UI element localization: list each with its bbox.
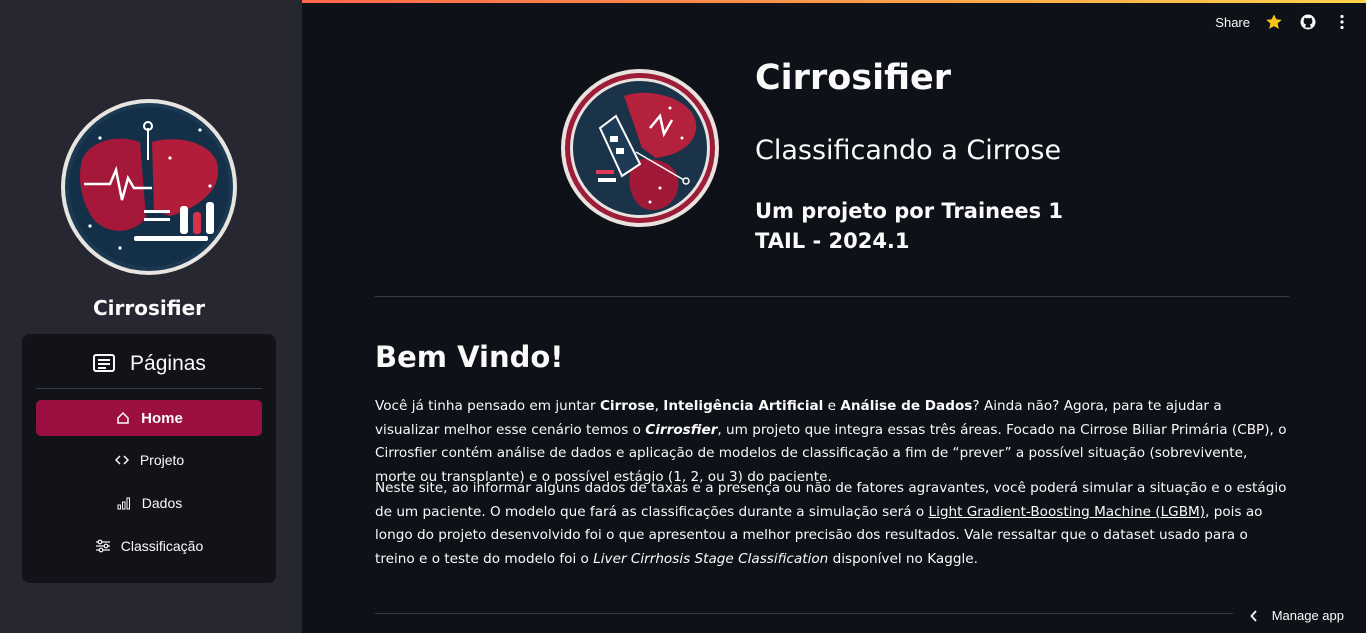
- italic-text: Liver Cirrhosis Stage Classification: [593, 550, 829, 567]
- star-icon[interactable]: [1264, 12, 1284, 32]
- bar-chart-icon: [116, 495, 132, 511]
- sidebar-item-dados[interactable]: Dados: [36, 485, 262, 521]
- text-span: disponível no Kaggle.: [828, 550, 978, 567]
- chevron-left-icon: [1250, 609, 1257, 622]
- sidebar: Cirrosifier Páginas Home Projeto Dados C…: [0, 0, 302, 633]
- text-span: ,: [654, 398, 664, 414]
- sidebar-item-classificacao[interactable]: Classificação: [36, 528, 262, 564]
- bold-text: Cirrose: [599, 398, 655, 414]
- list-icon: [93, 354, 116, 372]
- pages-menu: Páginas Home Projeto Dados Classificação: [22, 334, 276, 583]
- bold-text: Inteligência Artificial: [663, 398, 824, 414]
- intro-paragraph: Você já tinha pensado em juntar Cirrose,…: [375, 395, 1290, 489]
- divider-bottom: [375, 613, 1233, 614]
- menu-title: Páginas: [130, 352, 206, 375]
- welcome-heading: Bem Vindo!: [375, 340, 564, 374]
- liver-logo-icon: [61, 99, 237, 275]
- simulation-paragraph: Neste site, ao informar alguns dados de …: [375, 477, 1290, 571]
- header-actions: Share: [1215, 10, 1352, 34]
- sidebar-item-home[interactable]: Home: [36, 400, 262, 436]
- credit-line-1: Um projeto por Trainees 1: [755, 199, 1064, 223]
- manage-app-button[interactable]: Manage app: [1250, 608, 1344, 623]
- sidebar-item-label: Home: [141, 409, 183, 427]
- text-span: Você já tinha pensado em juntar: [375, 398, 600, 414]
- divider-top: [375, 296, 1289, 297]
- page-subtitle: Classificando a Cirrose: [755, 135, 1062, 166]
- bold-text: Análise de Dados: [840, 398, 973, 414]
- sidebar-item-projeto[interactable]: Projeto: [36, 442, 262, 478]
- italic-text: Cirrosfier: [645, 421, 718, 438]
- code-icon: [114, 452, 130, 468]
- lgbm-link[interactable]: Light Gradient-Boosting Machine (LGBM): [929, 504, 1206, 520]
- manage-app-label: Manage app: [1271, 608, 1344, 623]
- page-title: Cirrosifier: [755, 58, 952, 98]
- sliders-icon: [95, 538, 111, 554]
- text-span: e: [823, 398, 841, 414]
- project-credit: Um projeto por Trainees 1 TAIL - 2024.1: [755, 196, 1063, 256]
- sidebar-item-label: Classificação: [120, 538, 204, 554]
- sidebar-app-title: Cirrosifier: [92, 296, 205, 320]
- github-icon[interactable]: [1298, 12, 1318, 32]
- menu-header: Páginas: [22, 348, 276, 380]
- sidebar-item-label: Dados: [141, 495, 183, 511]
- credit-line-2: TAIL - 2024.1: [755, 229, 910, 253]
- sidebar-item-label: Projeto: [139, 452, 185, 468]
- hero-liver-logo-icon: [561, 69, 719, 227]
- share-button[interactable]: Share: [1215, 15, 1250, 30]
- home-icon: [115, 410, 131, 426]
- more-vertical-icon[interactable]: [1332, 12, 1352, 32]
- menu-divider: [36, 388, 262, 389]
